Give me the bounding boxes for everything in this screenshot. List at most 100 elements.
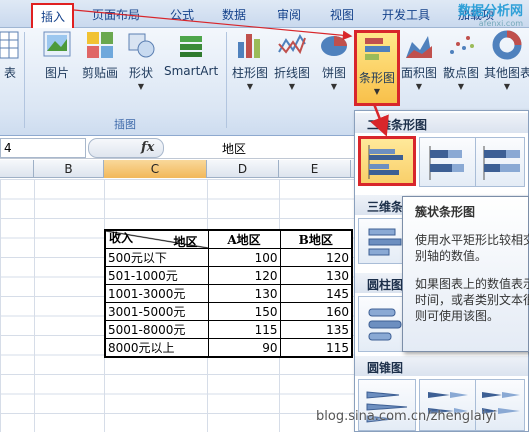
row-label[interactable]: 3001-5000元 [104, 302, 209, 321]
row-label[interactable]: 5001-8000元 [104, 320, 209, 339]
smartart-label: SmartArt [164, 64, 219, 78]
chevron-down-icon: ▼ [373, 87, 381, 96]
table-button[interactable]: 表 [0, 30, 20, 81]
tooltip-line: 别轴的数值。 [415, 249, 488, 263]
column-header-e[interactable]: E [279, 160, 351, 178]
section-cone: 圆锥图 [355, 356, 528, 376]
tab-developer[interactable]: 开发工具 [382, 6, 430, 23]
row-label[interactable]: 500元以下 [104, 248, 209, 267]
pie-chart-button[interactable]: 饼图 ▼ [318, 30, 350, 91]
cell-b[interactable]: 120 [279, 248, 353, 267]
cell-a[interactable]: 115 [207, 320, 281, 339]
tab-data[interactable]: 数据 [222, 6, 246, 23]
cell-b[interactable]: 135 [279, 320, 353, 339]
line-chart-icon [278, 33, 306, 55]
chevron-down-icon: ▼ [415, 82, 423, 91]
clustered-bar-icon [368, 145, 403, 179]
column-header-c[interactable]: C [104, 160, 207, 178]
table-button-label: 表 [3, 66, 16, 80]
column-header-b[interactable]: B [34, 160, 104, 178]
row-label[interactable]: 1001-3000元 [104, 284, 209, 303]
tab-page-layout[interactable]: 页面布局 [92, 6, 140, 23]
column-chart-icon [238, 34, 260, 58]
chevron-down-icon: ▼ [503, 82, 511, 91]
group-separator [24, 32, 25, 128]
stacked-100-bar-icon [483, 146, 520, 180]
chevron-down-icon: ▼ [288, 82, 296, 91]
column-header-d[interactable]: D [207, 160, 279, 178]
pie-chart-label: 饼图 [321, 66, 346, 80]
cylinder-bar-icon [368, 308, 402, 341]
cell-a[interactable]: 130 [207, 284, 281, 303]
clustered-bar-option[interactable] [358, 136, 416, 186]
stacked-bar-option[interactable] [419, 137, 477, 187]
chevron-down-icon: ▼ [330, 82, 338, 91]
column-chart-label: 柱形图 [232, 66, 269, 80]
cell-b[interactable]: 115 [279, 338, 353, 358]
column-chart-button[interactable]: 柱形图 ▼ [232, 30, 268, 91]
stacked-bar-icon [429, 146, 464, 180]
function-button[interactable]: fx [88, 138, 164, 158]
tab-insert[interactable]: 插入 [31, 3, 74, 29]
tooltip-line: 时间，或者类别文本很 [415, 293, 529, 307]
formula-value[interactable]: 地区 [222, 140, 246, 157]
scatter-chart-button[interactable]: 散点图 ▼ [442, 30, 480, 91]
area-chart-icon [406, 36, 432, 58]
line-chart-button[interactable]: 折线图 ▼ [273, 30, 311, 91]
cell-a[interactable]: 150 [207, 302, 281, 321]
stacked-100-bar-option[interactable] [475, 137, 525, 187]
name-box[interactable]: 4 [0, 138, 86, 158]
tab-view[interactable]: 视图 [330, 6, 354, 23]
bar-chart-label: 条形图 [358, 71, 395, 85]
picture-label: 图片 [44, 66, 69, 80]
cell-b[interactable]: 130 [279, 266, 353, 285]
chevron-down-icon: ▼ [137, 82, 145, 91]
cell-a[interactable]: 90 [207, 338, 281, 358]
other-charts-button[interactable]: 其他图表 ▼ [484, 30, 529, 91]
other-charts-label: 其他图表 [484, 66, 529, 80]
watermark: blog.sina.com.cn/zhenglaiyi [316, 409, 497, 424]
smartart-button[interactable]: SmartArt [164, 30, 218, 78]
picture-icon [43, 31, 71, 57]
pie-chart-icon [321, 36, 347, 56]
clipart-icon [87, 32, 113, 58]
table-header-row: 地区 收入 A地区 B地区 [104, 229, 353, 249]
scatter-chart-icon [450, 36, 474, 54]
clipart-label: 剪贴画 [81, 66, 118, 80]
picture-button[interactable]: 图片 [40, 30, 74, 81]
shapes-button[interactable]: 形状 ▼ [126, 30, 156, 91]
cell-b[interactable]: 160 [279, 302, 353, 321]
chart-tooltip: 簇状条形图 使用水平矩形比较相交 别轴的数值。 如果图表上的数值表示 时间，或者… [402, 196, 529, 352]
group-illustrations-label: 插图 [114, 118, 136, 131]
table-icon [0, 31, 19, 59]
group-separator [226, 32, 227, 128]
diagonal-header-cell[interactable]: 地区 收入 [104, 229, 209, 249]
tab-review[interactable]: 审阅 [277, 6, 301, 23]
tooltip-line: 则可使用该图。 [415, 309, 500, 323]
area-chart-button[interactable]: 面积图 ▼ [401, 30, 437, 91]
header-b-region[interactable]: B地区 [279, 229, 353, 249]
cell-a[interactable]: 120 [207, 266, 281, 285]
scatter-chart-label: 散点图 [442, 66, 479, 80]
cell-a[interactable]: 100 [207, 248, 281, 267]
table-row: 1001-3000元 130 145 [104, 284, 353, 303]
column-header-partial[interactable] [0, 160, 34, 178]
smartart-icon [180, 36, 202, 57]
bar-chart-button[interactable]: 条形图 ▼ [354, 30, 400, 106]
tooltip-title: 簇状条形图 [415, 205, 476, 219]
tooltip-line: 使用水平矩形比较相交 [415, 233, 529, 247]
row-label[interactable]: 501-1000元 [104, 266, 209, 285]
table-row: 5001-8000元 115 135 [104, 320, 353, 339]
data-table: 地区 收入 A地区 B地区 500元以下 100 120 501-1000元 1… [104, 229, 353, 358]
table-row: 3001-5000元 150 160 [104, 302, 353, 321]
cell-b[interactable]: 145 [279, 284, 353, 303]
clipart-button[interactable]: 剪贴画 [80, 30, 120, 81]
table-row: 501-1000元 120 130 [104, 266, 353, 285]
fx-icon: fx [141, 140, 155, 155]
table-row: 8000元以上 90 115 [104, 338, 353, 358]
row-label[interactable]: 8000元以上 [104, 338, 209, 358]
tab-formulas[interactable]: 公式 [170, 6, 194, 23]
bar-chart-icon [365, 38, 390, 60]
header-a-region[interactable]: A地区 [207, 229, 281, 249]
shapes-icon [128, 33, 155, 58]
